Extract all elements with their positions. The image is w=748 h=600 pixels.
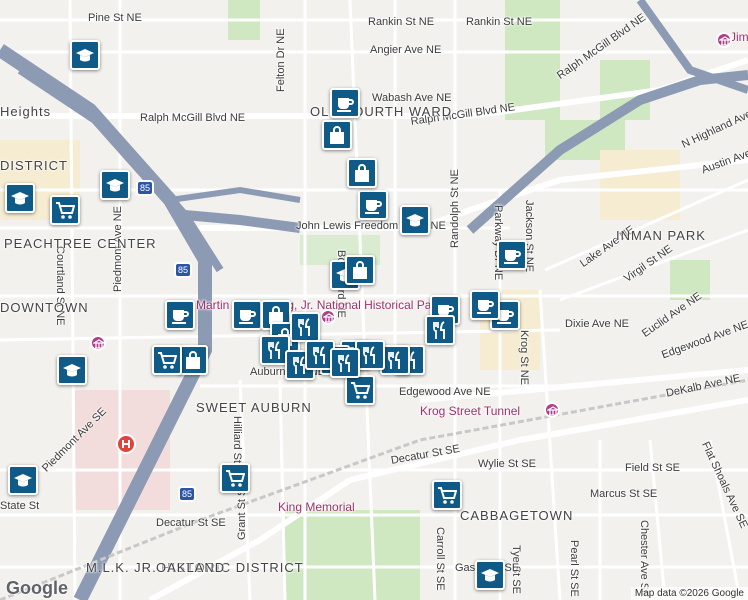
cafe-pin[interactable] bbox=[330, 88, 360, 118]
neighborhood-label: INMAN PARK bbox=[616, 228, 706, 243]
neighborhood-label: SWEET AUBURN bbox=[196, 400, 312, 415]
neighborhood-label: PEACHTREE CENTER bbox=[4, 236, 157, 251]
museum-icon[interactable] bbox=[716, 32, 732, 48]
restaurant-pin[interactable] bbox=[330, 348, 360, 378]
poi-label: Jimmy Carter Presidential Library bbox=[730, 30, 748, 44]
neighborhood-label: Heights bbox=[0, 104, 52, 119]
poi-label: King Memorial bbox=[278, 500, 355, 514]
cafe-pin[interactable] bbox=[165, 300, 195, 330]
museum-icon[interactable] bbox=[544, 402, 560, 418]
cafe-pin[interactable] bbox=[232, 300, 262, 330]
restaurant-pin[interactable] bbox=[290, 312, 320, 342]
street-label: Angier Ave NE bbox=[370, 44, 442, 56]
street-label: Pine St NE bbox=[88, 12, 142, 24]
map-attribution: Map data ©2026 Google bbox=[630, 587, 748, 600]
street-label: Dixie Ave NE bbox=[565, 318, 629, 330]
street-label: State St bbox=[0, 500, 40, 512]
grocery-cart-pin[interactable] bbox=[152, 345, 182, 375]
street-label: Krog St NE bbox=[518, 330, 530, 386]
neighborhood-label: OAKLAND bbox=[156, 560, 226, 575]
shopping-bag-pin[interactable] bbox=[347, 158, 377, 188]
grocery-cart-pin[interactable] bbox=[220, 463, 250, 493]
shopping-bag-pin[interactable] bbox=[345, 255, 375, 285]
school-pin[interactable] bbox=[475, 560, 505, 590]
google-logo: Google bbox=[6, 578, 68, 598]
neighborhood-label: CABBAGETOWN bbox=[460, 508, 574, 523]
street-label: Wylie St SE bbox=[478, 458, 536, 470]
school-pin[interactable] bbox=[8, 465, 38, 495]
street-label: Edgewood Ave NE bbox=[399, 386, 491, 398]
cafe-pin[interactable] bbox=[358, 190, 388, 220]
street-label: Ralph McGill Blvd NE bbox=[140, 112, 246, 124]
cafe-pin[interactable] bbox=[497, 240, 527, 270]
street-label: Felton Dr NE bbox=[275, 28, 287, 92]
neighborhood-label: DISTRICT bbox=[0, 158, 68, 173]
street-label: Carroll St SE bbox=[434, 527, 446, 591]
shopping-bag-pin[interactable] bbox=[322, 120, 352, 150]
school-pin[interactable] bbox=[57, 355, 87, 385]
museum-icon[interactable] bbox=[90, 335, 106, 351]
map-canvas[interactable]: Pine St NE Rankin St NE Rankin St NE Angier… bbox=[0, 0, 748, 600]
street-label: Chester Ave SE bbox=[638, 520, 650, 598]
shopping-bag-pin[interactable] bbox=[178, 345, 208, 375]
school-pin[interactable] bbox=[400, 205, 430, 235]
neighborhood-label: DOWNTOWN bbox=[0, 300, 89, 315]
museum-icon[interactable] bbox=[320, 309, 336, 325]
grocery-cart-pin[interactable] bbox=[432, 480, 462, 510]
interstate-shield-icon: 85 bbox=[178, 486, 196, 502]
grocery-cart-pin[interactable] bbox=[345, 375, 375, 405]
interstate-shield-icon: 85 bbox=[136, 180, 154, 196]
cafe-pin[interactable] bbox=[470, 290, 500, 320]
poi-label: Krog Street Tunnel bbox=[420, 404, 521, 418]
commercial-area bbox=[600, 150, 680, 220]
street-label: Rankin St NE bbox=[466, 16, 533, 28]
school-pin[interactable] bbox=[70, 40, 100, 70]
street-label: Randolph St NE bbox=[449, 169, 461, 248]
street-label: Pearl St SE bbox=[568, 540, 580, 597]
street-label: Wabash Ave NE bbox=[372, 92, 452, 104]
interstate-shield-icon: 85 bbox=[174, 262, 192, 278]
street-label: Rankin St NE bbox=[368, 16, 435, 28]
school-pin[interactable] bbox=[100, 170, 130, 200]
hospital-icon[interactable] bbox=[116, 434, 136, 454]
street-label: Marcus St SE bbox=[590, 488, 658, 500]
restaurant-pin[interactable] bbox=[425, 315, 455, 345]
street-label: Field St SE bbox=[625, 462, 681, 474]
grocery-cart-pin[interactable] bbox=[50, 195, 80, 225]
street-label: Decatur St SE bbox=[156, 517, 226, 529]
school-pin[interactable] bbox=[5, 183, 35, 213]
